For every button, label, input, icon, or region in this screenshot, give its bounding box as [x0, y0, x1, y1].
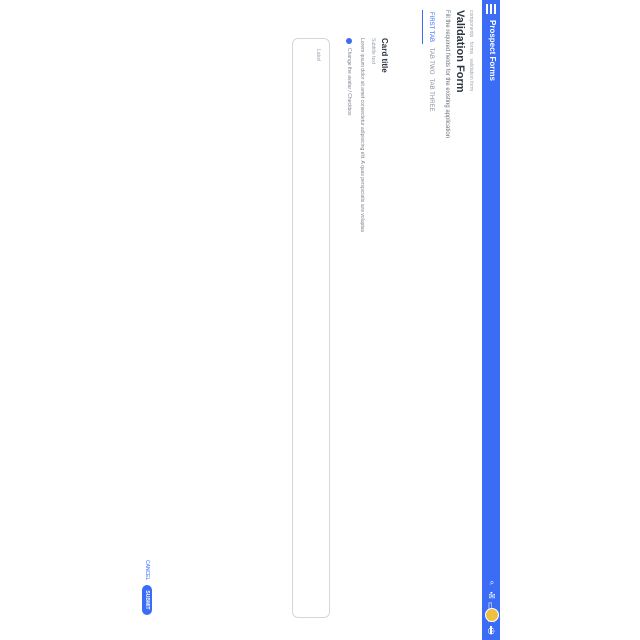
page-subtitle: Fill the required fields for the existin…: [444, 10, 450, 139]
tab-two[interactable]: TAB TWO: [422, 44, 438, 78]
tab-first[interactable]: FIRST TAB: [422, 10, 438, 44]
cancel-button[interactable]: CANCEL: [144, 560, 150, 580]
top-app-bar: Prospect Forms ◔ ▭ ⇱ ⏻ ⌕: [482, 0, 500, 640]
menu-icon[interactable]: [486, 4, 496, 14]
text-area-label: Label: [315, 49, 321, 62]
app-bar-bottom: ⌕ ✉: [484, 576, 500, 640]
page-title: Validation Form: [454, 10, 466, 93]
brand-name: Prospect Forms: [488, 20, 497, 81]
tab-three[interactable]: TAB THREE: [422, 78, 438, 112]
breadcrumb-item: validation form: [468, 58, 474, 92]
checkbox[interactable]: [346, 38, 352, 44]
tab-bar: FIRST TAB TAB TWO TAB THREE: [422, 10, 438, 112]
submit-button[interactable]: SUBMIT: [142, 585, 152, 615]
breadcrumb: components forms validation form: [468, 10, 474, 94]
text-area[interactable]: Label: [292, 38, 330, 618]
checkbox-row[interactable]: Change the avatar / Checkbox: [346, 38, 352, 116]
search-icon[interactable]: ⌕: [487, 578, 497, 588]
card-text: Lorem ipsum dolor sit amet consectetur a…: [359, 38, 365, 232]
card-subtitle: Subtitle text: [370, 38, 376, 65]
menu-icon[interactable]: [490, 626, 492, 634]
app-window: Prospect Forms ◔ ▭ ⇱ ⏻ ⌕ components form…: [140, 0, 500, 640]
card-title: Card title: [380, 38, 389, 73]
avatar[interactable]: [485, 608, 499, 622]
breadcrumb-item[interactable]: forms: [468, 42, 474, 55]
checkbox-label: Change the avatar / Checkbox: [346, 48, 352, 116]
breadcrumb-item[interactable]: components: [468, 10, 474, 37]
chat-icon[interactable]: ✉: [487, 592, 497, 602]
